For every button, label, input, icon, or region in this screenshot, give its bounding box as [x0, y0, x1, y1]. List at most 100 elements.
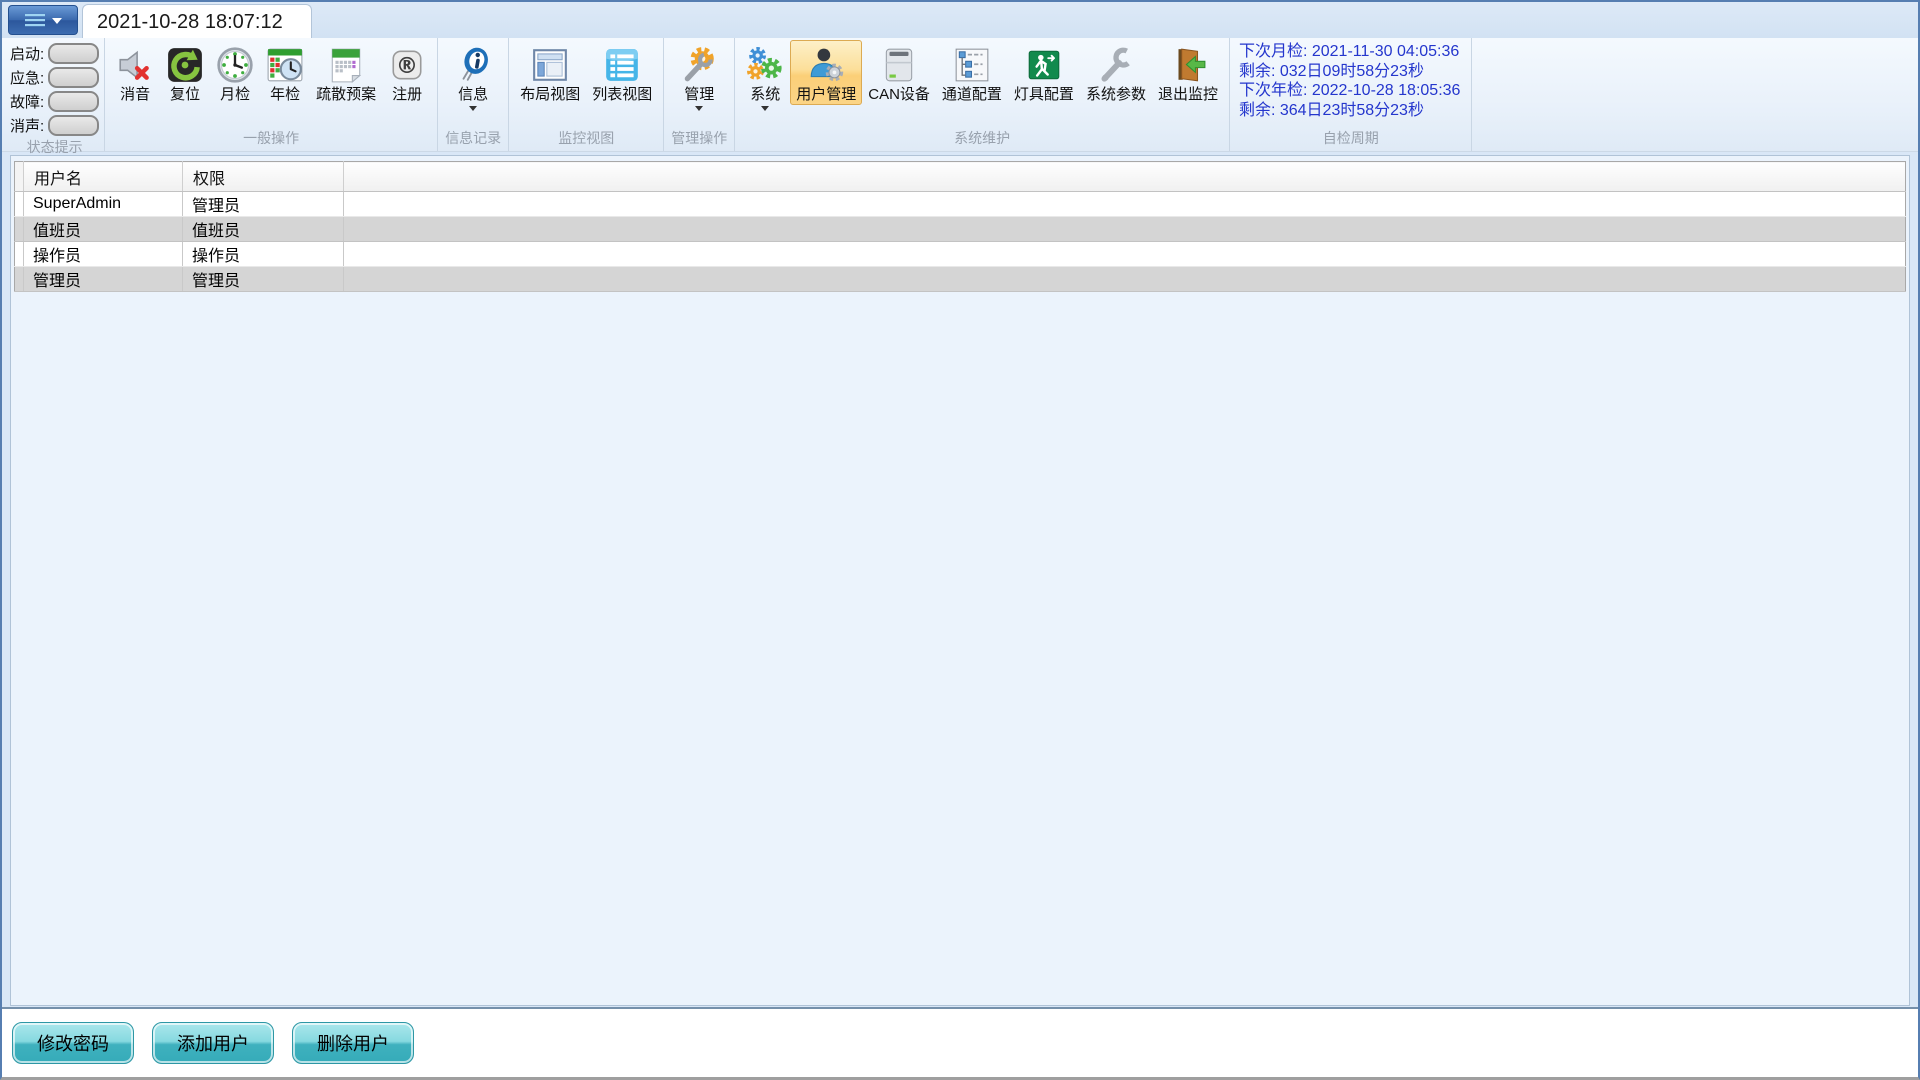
status-label: 故障:	[10, 91, 44, 112]
ribbon-group-self-check: 下次月检: 2021-11-30 04:05:36 剩余: 032日09时58分…	[1230, 38, 1472, 151]
cell-role[interactable]: 操作员	[183, 242, 344, 267]
cell-role[interactable]: 值班员	[183, 217, 344, 242]
group-label-system-maint: 系统维护	[740, 127, 1224, 151]
info-icon	[454, 46, 492, 84]
table-row[interactable]: 值班员 值班员	[15, 217, 1906, 242]
button-label: 疏散预案	[316, 86, 376, 103]
evacuation-plan-calendar-icon	[327, 46, 365, 84]
ribbon-group-system-maint: 系统 用户管理	[735, 38, 1230, 151]
footer-bar: 修改密码 添加用户 删除用户	[2, 1007, 1918, 1077]
channel-config-button[interactable]: 通道配置	[936, 40, 1008, 105]
tab-title: 2021-10-28 18:07:12	[97, 11, 283, 34]
manage-dropdown-button[interactable]: 管理	[674, 40, 724, 114]
fault-indicator-light	[48, 91, 99, 112]
chevron-down-icon	[469, 106, 477, 111]
table-row[interactable]: 管理员 管理员	[15, 267, 1906, 292]
cell-filler	[344, 242, 1906, 267]
add-user-button[interactable]: 添加用户	[152, 1022, 274, 1064]
status-row-silence: 消声:	[10, 115, 99, 136]
cell-username[interactable]: 管理员	[24, 267, 183, 292]
group-label-self-check: 自检周期	[1235, 127, 1466, 151]
column-header-username[interactable]: 用户名	[24, 162, 183, 192]
system-dropdown-button[interactable]: 系统	[740, 40, 790, 114]
button-label: 通道配置	[942, 86, 1002, 103]
group-label-views: 监控视图	[514, 127, 658, 151]
ribbon-group-manage: 管理 管理操作	[664, 38, 735, 151]
delete-user-button[interactable]: 删除用户	[292, 1022, 414, 1064]
cell-username[interactable]: SuperAdmin	[24, 192, 183, 217]
status-label: 启动:	[10, 43, 44, 64]
cell-role[interactable]: 管理员	[183, 267, 344, 292]
register-icon: ®	[388, 46, 426, 84]
row-selector[interactable]	[15, 192, 24, 217]
main-content: 用户名 权限 SuperAdmin 管理员 值班员 值班员 操作员 操作员	[10, 155, 1910, 1006]
cell-username[interactable]: 值班员	[24, 217, 183, 242]
group-label-general: 一般操作	[110, 127, 432, 151]
status-row-fault: 故障:	[10, 91, 99, 112]
status-row-start: 启动:	[10, 43, 99, 64]
status-label: 消声:	[10, 115, 44, 136]
row-selector[interactable]	[15, 217, 24, 242]
lamp-config-button[interactable]: 灯具配置	[1008, 40, 1080, 105]
button-label: 注册	[392, 86, 422, 103]
title-bar: 2021-10-28 18:07:12	[2, 2, 1918, 38]
lamp-config-icon	[1025, 46, 1063, 84]
row-selector[interactable]	[15, 267, 24, 292]
silence-indicator-light	[48, 115, 99, 136]
chevron-down-icon	[761, 106, 769, 111]
cell-username[interactable]: 操作员	[24, 242, 183, 267]
monthly-check-clock-icon	[216, 46, 254, 84]
can-device-button[interactable]: CAN设备	[862, 40, 936, 105]
exit-monitor-door-icon	[1169, 46, 1207, 84]
button-label: 年检	[270, 86, 300, 103]
evacuation-plan-button[interactable]: 疏散预案	[310, 40, 382, 105]
column-header-filler	[344, 162, 1906, 192]
table-row[interactable]: 操作员 操作员	[15, 242, 1906, 267]
user-management-button[interactable]: 用户管理	[790, 40, 862, 105]
reset-icon	[166, 46, 204, 84]
annual-check-button[interactable]: 年检	[260, 40, 310, 105]
cell-role[interactable]: 管理员	[183, 192, 344, 217]
emergency-indicator-light	[48, 67, 99, 88]
can-device-icon	[880, 46, 918, 84]
next-monthly-check: 下次月检: 2021-11-30 04:05:36	[1239, 42, 1460, 62]
button-label: 系统参数	[1086, 86, 1146, 103]
button-label: CAN设备	[868, 86, 930, 103]
monthly-check-button[interactable]: 月检	[210, 40, 260, 105]
button-label: 消音	[120, 86, 150, 103]
group-label-manage: 管理操作	[669, 127, 729, 151]
register-button[interactable]: ® 注册	[382, 40, 432, 105]
button-label: 退出监控	[1158, 86, 1218, 103]
svg-text:®: ®	[396, 53, 418, 79]
manage-gear-wrench-icon	[680, 46, 718, 84]
button-label: 灯具配置	[1014, 86, 1074, 103]
mute-button[interactable]: 消音	[110, 40, 160, 105]
column-header-role[interactable]: 权限	[183, 162, 344, 192]
list-view-icon	[603, 46, 641, 84]
info-dropdown-button[interactable]: 信息	[448, 40, 498, 114]
system-params-button[interactable]: 系统参数	[1080, 40, 1152, 105]
tab-current-time[interactable]: 2021-10-28 18:07:12	[82, 4, 312, 39]
app-menu-icon	[17, 9, 69, 31]
list-view-button[interactable]: 列表视图	[586, 40, 658, 105]
row-selector[interactable]	[15, 242, 24, 267]
button-label: 管理	[684, 86, 714, 103]
channel-config-icon	[953, 46, 991, 84]
user-table: 用户名 权限 SuperAdmin 管理员 值班员 值班员 操作员 操作员	[14, 161, 1906, 292]
status-row-emergency: 应急:	[10, 67, 99, 88]
layout-view-button[interactable]: 布局视图	[514, 40, 586, 105]
table-row[interactable]: SuperAdmin 管理员	[15, 192, 1906, 217]
group-label-info-log: 信息记录	[443, 127, 503, 151]
system-gears-icon	[746, 46, 784, 84]
ribbon-group-general: 消音 复位	[105, 38, 438, 151]
change-password-button[interactable]: 修改密码	[12, 1022, 134, 1064]
monthly-remaining: 剩余: 032日09时58分23秒	[1239, 62, 1460, 82]
exit-monitor-button[interactable]: 退出监控	[1152, 40, 1224, 105]
app-menu-button[interactable]	[8, 5, 78, 35]
reset-button[interactable]: 复位	[160, 40, 210, 105]
row-selector-header	[15, 162, 24, 192]
layout-view-icon	[531, 46, 569, 84]
button-label: 列表视图	[592, 86, 652, 103]
cell-filler	[344, 217, 1906, 242]
button-label: 月检	[220, 86, 250, 103]
